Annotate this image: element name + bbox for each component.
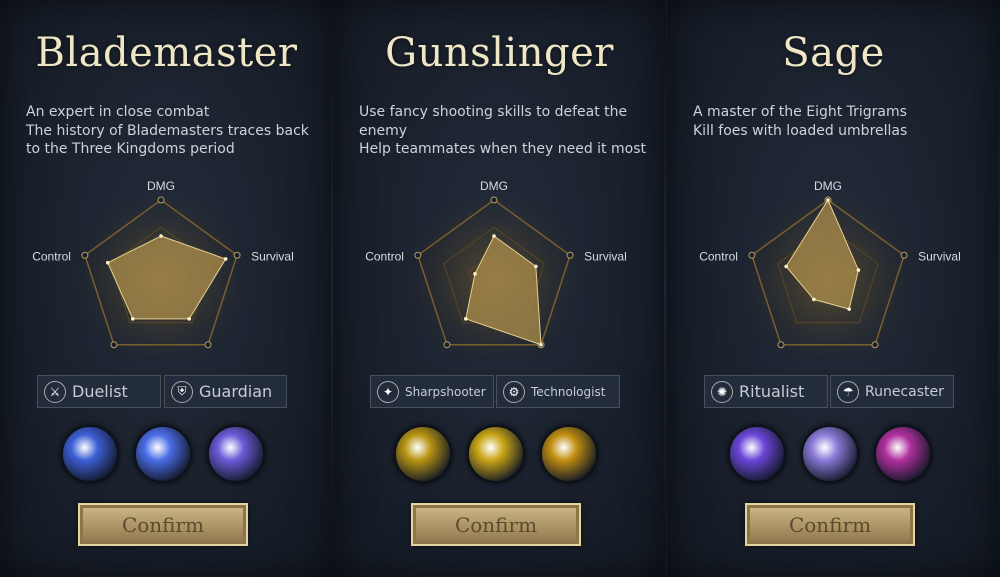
radar-axis-node: [81, 251, 89, 259]
radar-axis-node: [900, 251, 908, 259]
description-line: Help teammates when they need it most: [359, 141, 646, 157]
radar-stat-point: [534, 264, 538, 269]
radar-stat-point: [539, 342, 543, 347]
radar-axis-node: [157, 196, 165, 204]
radar-stat-point: [105, 260, 110, 265]
violet-wave-skill-icon[interactable]: [207, 425, 265, 483]
radar-axis-label: Control: [365, 249, 404, 263]
subclass-tabs: ✦ Sharpshooter ⚙ Technologist: [333, 375, 666, 409]
radar-axis-node: [566, 251, 574, 259]
class-title: Sage: [782, 30, 885, 76]
subclass-tabs: ⚔ Duelist ⛨ Guardian: [0, 375, 333, 409]
subclass-tab-duelist[interactable]: ⚔ Duelist: [37, 375, 161, 408]
ritualist-icon: ✺: [711, 380, 733, 403]
blue-slash-skill-icon[interactable]: [61, 425, 119, 483]
subclass-tab-ritualist[interactable]: ✺ Ritualist: [704, 375, 828, 408]
radar-axis-label: DMG: [480, 180, 508, 193]
subclass-tab-label: Guardian: [199, 382, 273, 401]
radar-stat-point: [812, 297, 816, 302]
description-line: The history of Blademasters traces back: [26, 122, 309, 139]
stat-radar-chart: DMGSurvivalRangeSupportControl: [32, 180, 294, 355]
radar-axis-node: [110, 341, 118, 349]
skill-icons: [667, 425, 1000, 483]
radar-axis-label: DMG: [147, 180, 175, 193]
radar-axis-node: [233, 251, 241, 259]
skill-icons: [333, 425, 666, 483]
sharpshooter-icon: ✦: [377, 380, 399, 403]
guardian-icon: ⛨: [171, 380, 193, 403]
subclass-tab-technologist[interactable]: ⚙ Technologist: [496, 375, 620, 408]
skill-icons: [0, 425, 333, 483]
subclass-tab-label: Sharpshooter: [405, 384, 486, 399]
description-line: A master of the Eight Trigrams: [693, 104, 907, 120]
radar-axis-label: Survival: [584, 249, 627, 263]
stat-radar-chart: DMGSurvivalRangeSupportControl: [365, 180, 627, 355]
subclass-tabs: ✺ Ritualist ☂ Runecaster: [667, 375, 1000, 409]
radar-axis-label: Control: [32, 249, 71, 263]
class-card-sage[interactable]: Sage A master of the Eight Trigrams Kill…: [667, 0, 1000, 577]
subclass-tab-guardian[interactable]: ⛨ Guardian: [164, 375, 287, 408]
class-description: A master of the Eight Trigrams Kill foes…: [693, 103, 993, 140]
class-description: Use fancy shooting skills to defeat the …: [359, 103, 659, 159]
blue-spark-skill-icon[interactable]: [134, 425, 192, 483]
radar-stat-point: [784, 264, 788, 269]
stat-radar-chart: DMGSurvivalRangeSupportControl: [699, 180, 961, 355]
subclass-tab-runecaster[interactable]: ☂ Runecaster: [830, 375, 954, 408]
radar-axis-label: Survival: [918, 249, 961, 263]
runecaster-icon: ☂: [837, 380, 859, 403]
radar-stat-point: [130, 317, 135, 321]
class-title: Blademaster: [35, 30, 298, 76]
violet-bolt-skill-icon[interactable]: [728, 425, 786, 483]
class-card-blademaster[interactable]: Blademaster An expert in close combat Th…: [0, 0, 333, 577]
radar-axis-node: [748, 251, 756, 259]
confirm-button[interactable]: Confirm: [78, 503, 248, 546]
lavender-pillar-skill-icon[interactable]: [801, 425, 859, 483]
radar-axis-label: Survival: [251, 249, 294, 263]
description-line: to the Three Kingdoms period: [26, 141, 235, 157]
confirm-button[interactable]: Confirm: [411, 503, 581, 546]
magenta-spark-skill-icon[interactable]: [874, 425, 932, 483]
confirm-button[interactable]: Confirm: [745, 503, 915, 546]
radar-axis-node: [871, 341, 879, 349]
radar-stat-point: [187, 317, 192, 321]
radar-stat-point: [473, 272, 477, 276]
gold-beam-skill-icon[interactable]: [467, 425, 525, 483]
subclass-tab-label: Ritualist: [739, 382, 805, 401]
radar-stat-point: [223, 257, 228, 261]
technologist-icon: ⚙: [503, 380, 525, 403]
class-title: Gunslinger: [385, 30, 614, 76]
gold-burst-skill-icon[interactable]: [394, 425, 452, 483]
radar-axis-label: Control: [699, 249, 738, 263]
description-line: An expert in close combat: [26, 104, 210, 120]
radar-stat-point: [847, 307, 851, 311]
subclass-tab-label: Runecaster: [865, 383, 944, 400]
duelist-icon: ⚔: [44, 380, 66, 403]
radar-axis-node: [443, 341, 451, 349]
class-description: An expert in close combat The history of…: [26, 103, 326, 159]
radar-stat-point: [463, 317, 468, 321]
subclass-tab-label: Duelist: [72, 382, 128, 401]
class-card-gunslinger[interactable]: Gunslinger Use fancy shooting skills to …: [333, 0, 666, 577]
radar-axis-node: [490, 196, 498, 204]
radar-axis-node: [777, 341, 785, 349]
description-line: enemy: [359, 122, 408, 139]
radar-axis-node: [414, 251, 422, 259]
radar-stat-point: [856, 268, 861, 272]
radar-stat-point: [492, 234, 496, 238]
radar-stat-point: [159, 234, 163, 238]
subclass-tab-sharpshooter[interactable]: ✦ Sharpshooter: [370, 375, 494, 408]
radar-axis-node: [204, 341, 212, 349]
description-line: Kill foes with loaded umbrellas: [693, 122, 908, 139]
subclass-tab-label: Technologist: [531, 384, 606, 399]
radar-stat-point: [826, 198, 830, 202]
gold-explosion-skill-icon[interactable]: [540, 425, 598, 483]
radar-axis-label: DMG: [814, 180, 842, 193]
description-line: Use fancy shooting skills to defeat the: [359, 104, 628, 120]
